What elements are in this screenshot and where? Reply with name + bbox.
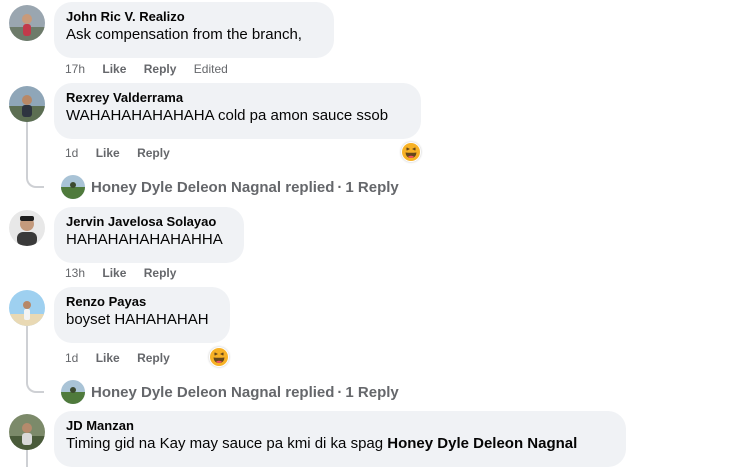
separator: · — [337, 383, 343, 401]
view-replies-link[interactable]: Honey Dyle Deleon Nagnal replied · 1 Rep… — [61, 380, 399, 404]
replied-label: replied — [285, 383, 335, 401]
reply-count: 1 Reply — [345, 178, 399, 196]
comment-bubble: Rexrey Valderrama WAHAHAHAHAHAHA cold pa… — [54, 83, 421, 139]
edited-label[interactable]: Edited — [194, 62, 228, 76]
separator: · — [337, 178, 343, 196]
view-replies-link[interactable]: Honey Dyle Deleon Nagnal replied · 1 Rep… — [61, 175, 399, 199]
thread-line — [26, 122, 28, 172]
comment-timestamp[interactable]: 17h — [65, 62, 85, 76]
comment-timestamp[interactable]: 13h — [65, 266, 85, 280]
thread-connector — [26, 377, 44, 393]
comment-text: Ask compensation from the branch, — [66, 26, 302, 43]
avatar — [61, 175, 85, 199]
comment-timestamp[interactable]: 1d — [65, 146, 78, 160]
replied-label: replied — [285, 178, 335, 196]
thread-line — [26, 450, 28, 467]
avatar — [61, 380, 85, 404]
comment-actions: 17h Like Reply Edited — [65, 61, 242, 77]
laughing-emoji-icon[interactable] — [209, 347, 229, 367]
comment-actions: 1d Like Reply — [65, 145, 184, 161]
like-button[interactable]: Like — [102, 62, 126, 76]
comment-author[interactable]: Rexrey Valderrama — [66, 90, 409, 106]
replier-name: Honey Dyle Deleon Nagnal — [91, 383, 282, 401]
reply-button[interactable]: Reply — [137, 351, 170, 365]
thread-line — [26, 326, 28, 377]
comment-bubble: Renzo Payas boyset HAHAHAHAH — [54, 287, 230, 343]
avatar[interactable] — [9, 5, 45, 41]
comment-bubble: Jervin Javelosa Solayao HAHAHAHAHAHAHHA — [54, 207, 244, 263]
comment-text: HAHAHAHAHAHAHHA — [66, 231, 223, 248]
reply-count: 1 Reply — [345, 383, 399, 401]
like-button[interactable]: Like — [96, 351, 120, 365]
comment-actions: 13h Like Reply — [65, 265, 190, 281]
avatar[interactable] — [9, 290, 45, 326]
comment-author[interactable]: JD Manzan — [66, 418, 614, 434]
comment-text: boyset HAHAHAHAH — [66, 311, 209, 328]
comment-bubble: John Ric V. Realizo Ask compensation fro… — [54, 2, 334, 58]
like-button[interactable]: Like — [102, 266, 126, 280]
laughing-emoji-icon[interactable] — [401, 142, 421, 162]
comment-author[interactable]: Jervin Javelosa Solayao — [66, 214, 232, 230]
comment-actions: 1d Like Reply — [65, 350, 184, 366]
like-button[interactable]: Like — [96, 146, 120, 160]
mention-link[interactable]: Honey Dyle Deleon Nagnal — [387, 435, 577, 452]
comment-timestamp[interactable]: 1d — [65, 351, 78, 365]
thread-connector — [26, 172, 44, 188]
avatar[interactable] — [9, 86, 45, 122]
avatar[interactable] — [9, 210, 45, 246]
reply-button[interactable]: Reply — [137, 146, 170, 160]
reply-button[interactable]: Reply — [144, 62, 177, 76]
reply-button[interactable]: Reply — [144, 266, 177, 280]
comments-section: John Ric V. Realizo Ask compensation fro… — [0, 0, 750, 467]
comment-text: WAHAHAHAHAHAHA cold pa amon sauce ssob — [66, 107, 389, 124]
comment-author[interactable]: Renzo Payas — [66, 294, 218, 310]
replier-name: Honey Dyle Deleon Nagnal — [91, 178, 282, 196]
avatar[interactable] — [9, 414, 45, 450]
comment-author[interactable]: John Ric V. Realizo — [66, 9, 322, 25]
comment-bubble: JD Manzan Timing gid na Kay may sauce pa… — [54, 411, 626, 467]
comment-text: Timing gid na Kay may sauce pa kmi di ka… — [66, 434, 614, 454]
comment-text-body: Timing gid na Kay may sauce pa kmi di ka… — [66, 435, 388, 452]
